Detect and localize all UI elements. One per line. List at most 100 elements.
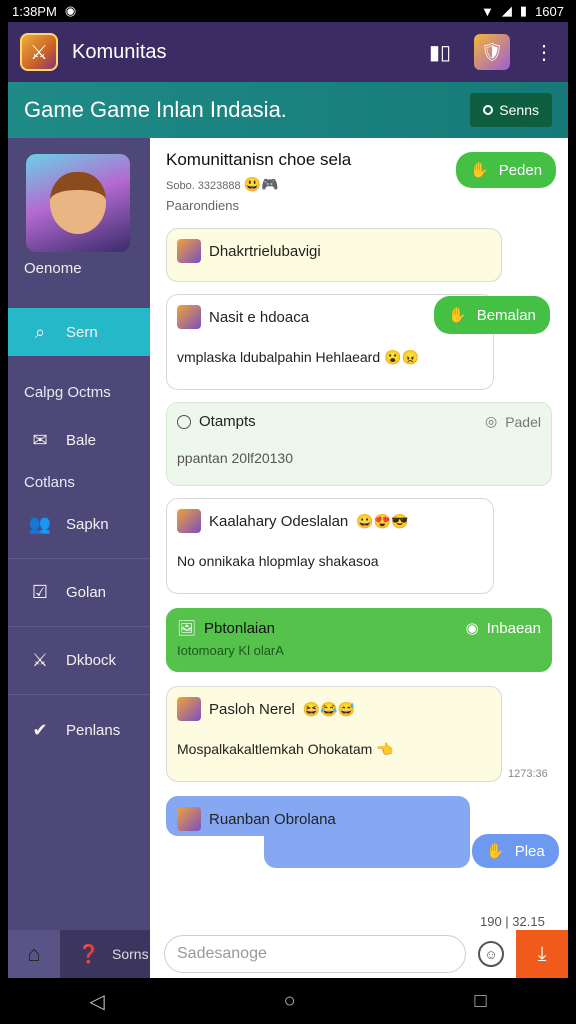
hero-emblem-icon: ⚔	[31, 649, 49, 670]
message-title: Otampts	[199, 413, 256, 430]
banner-title: Game Game Inlan Indasia.	[24, 97, 287, 122]
emoji-icon: 😮😠	[384, 349, 419, 365]
message-card-highlight[interactable]: 🖼 Pbtonlaian ◉ Inbaean Iotomoary Kl olar…	[166, 608, 552, 672]
game-emblem-icon[interactable]: 🛡	[474, 34, 510, 70]
pill-button-plea[interactable]: ✋ Plea	[472, 834, 559, 868]
back-icon[interactable]: ◁	[89, 989, 104, 1014]
message-title: Pbtonlaian	[204, 619, 275, 637]
message-title: Nasit e hdoaca	[209, 308, 310, 326]
image-icon: 🖼	[177, 620, 197, 637]
message-body: vmplaska ldubalpahin Hehlaeard 😮😠	[177, 349, 483, 366]
home-icon[interactable]: ⌂	[8, 930, 60, 978]
message-card[interactable]: Kaalahary Odeslalan 😀😍😎 No onnikaka hlop…	[166, 498, 494, 594]
users-icon: 👥	[28, 513, 52, 534]
message-sub: Iotomoary Kl olarA	[177, 643, 284, 658]
message-input[interactable]: Sadesanoge	[164, 935, 466, 973]
avatar	[177, 807, 201, 831]
refresh-icon: ◎	[484, 413, 498, 429]
avatar	[177, 509, 201, 533]
emoji-icon[interactable]: ☺	[478, 941, 504, 967]
message-card[interactable]: Pasloh Nerel 😆😂😅 Mospalkakaltlemkah Ohok…	[166, 686, 502, 782]
message-body: No onnikaka hlopmlay shakasoa	[177, 553, 379, 569]
bottom-nav-label[interactable]: Sorns	[112, 946, 149, 962]
hand-icon: 👈	[376, 741, 394, 757]
message-title: Kaalahary Odeslalan	[209, 512, 349, 530]
message-card[interactable]: Ruanban Obrolana	[166, 796, 470, 836]
message-body: Mospalkakaltlemkah Ohokatam 👈	[177, 741, 491, 758]
emoji-icon: 😀😍😎	[356, 512, 409, 529]
search-icon: ⌕	[34, 321, 46, 342]
signal-icon: ◢	[501, 3, 512, 18]
message-card[interactable]: Otampts ◎ Padel ppantan 20lf20130	[166, 402, 552, 486]
divider	[8, 694, 150, 695]
chat-title: Komunittanisn choe sela	[166, 150, 352, 169]
pill-label: Bemalan	[476, 306, 536, 324]
sidebar-item-penlans[interactable]: ✔ Penlans	[8, 706, 150, 754]
chat-subtitle: Sobo. 3323888 😃🎮	[166, 176, 466, 193]
pill-label: Plea	[514, 842, 545, 860]
sidebar: Oenome ⌕ Sern Calpg Octms ✉ Bale Cotlans…	[8, 138, 150, 978]
sidebar-item-bale[interactable]: ✉ Bale	[8, 416, 150, 464]
message-title: Pasloh Nerel	[209, 700, 295, 718]
message-body: ppantan 20lf20130	[177, 450, 293, 466]
emoji-icon: 😆😂😅	[302, 700, 356, 717]
send-button[interactable]: ⤓	[516, 930, 568, 978]
emoji-icon: 😃🎮	[243, 176, 279, 192]
message-action[interactable]: ◎ Padel	[485, 413, 541, 430]
banner-button-label: Senns	[499, 102, 539, 118]
message-body-text: Mospalkakaltlemkah Ohokatam	[177, 741, 373, 757]
status-bar: 1:38PM ◉ ▼ ◢ ▮ 1607	[0, 0, 576, 22]
battery-level: 1607	[535, 3, 564, 19]
divider	[8, 626, 150, 627]
sidebar-item-label: Dkbock	[66, 651, 117, 669]
recents-icon[interactable]: □	[474, 990, 486, 1013]
message-title: Ruanban Obrolana	[209, 810, 336, 828]
sidebar-item-label: Penlans	[66, 721, 121, 739]
battery-icon: ▮	[519, 3, 528, 18]
profile-name: Oenome	[24, 260, 82, 277]
pill-button-peden[interactable]: ✋ Peden	[456, 152, 557, 188]
message-action[interactable]: ◉ Inbaean	[465, 619, 541, 638]
camera-icon: ◉	[64, 3, 77, 18]
sidebar-item-label: Bale	[66, 431, 97, 449]
avatar	[177, 697, 201, 721]
wifi-icon: ▼	[481, 3, 494, 19]
sidebar-item-search[interactable]: ⌕ Sern	[8, 308, 150, 356]
system-nav-bar: ◁ ○ □	[0, 978, 576, 1024]
app-window: ⚔ Komunitas ▮▯ 🛡 ⋮ Game Game Inlan Indas…	[8, 22, 568, 978]
message-time: 1273:36	[508, 768, 548, 780]
community-banner: Game Game Inlan Indasia. Senns	[8, 82, 568, 138]
bookmark-icon[interactable]: ▮▯	[428, 40, 452, 64]
message-action-label: Padel	[505, 413, 541, 430]
sidebar-section-heading: Cotlans	[24, 474, 75, 491]
chat-timestamp: 190 | 32.15	[480, 914, 545, 929]
sidebar-bottom-nav: ⌂ ❓ Sorns	[8, 930, 150, 978]
profile-avatar[interactable]	[26, 154, 130, 252]
top-bar: ⚔ Komunitas ▮▯ 🛡 ⋮	[8, 22, 568, 82]
avatar	[177, 305, 201, 329]
sidebar-item-dkbock[interactable]: ⚔ Dkbock	[8, 636, 150, 684]
app-logo-icon[interactable]: ⚔	[20, 33, 58, 71]
radio-icon[interactable]	[177, 414, 191, 429]
sidebar-item-golan[interactable]: ☑ Golan	[8, 568, 150, 616]
download-icon: ⤓	[537, 942, 547, 965]
message-action-label: Inbaean	[486, 619, 541, 637]
section-label: Paarondiens	[166, 198, 239, 213]
sidebar-section-heading: Calpg Octms	[24, 384, 111, 401]
sidebar-item-label: Sern	[66, 323, 98, 341]
help-icon[interactable]: ❓	[74, 939, 104, 969]
banner-button[interactable]: Senns	[470, 93, 552, 127]
message-card[interactable]: Dhakrtrielubavigi	[166, 228, 502, 282]
message-text: Dhakrtrielubavigi	[209, 242, 321, 260]
sidebar-item-sapkn[interactable]: 👥 Sapkn	[8, 500, 150, 548]
divider	[8, 558, 150, 559]
hand-icon: ✋	[486, 843, 505, 860]
pill-button-bemalan[interactable]: ✋ Bemalan	[434, 296, 550, 334]
check-badge-icon: ✔	[32, 719, 48, 740]
mail-icon: ✉	[32, 429, 48, 450]
home-circle-icon[interactable]: ○	[284, 990, 296, 1013]
more-vertical-icon[interactable]: ⋮	[532, 40, 556, 64]
sidebar-item-label: Golan	[66, 583, 107, 601]
message-input-bar: Sadesanoge ☺ ⤓	[150, 930, 568, 978]
circle-icon: ◉	[465, 620, 479, 637]
